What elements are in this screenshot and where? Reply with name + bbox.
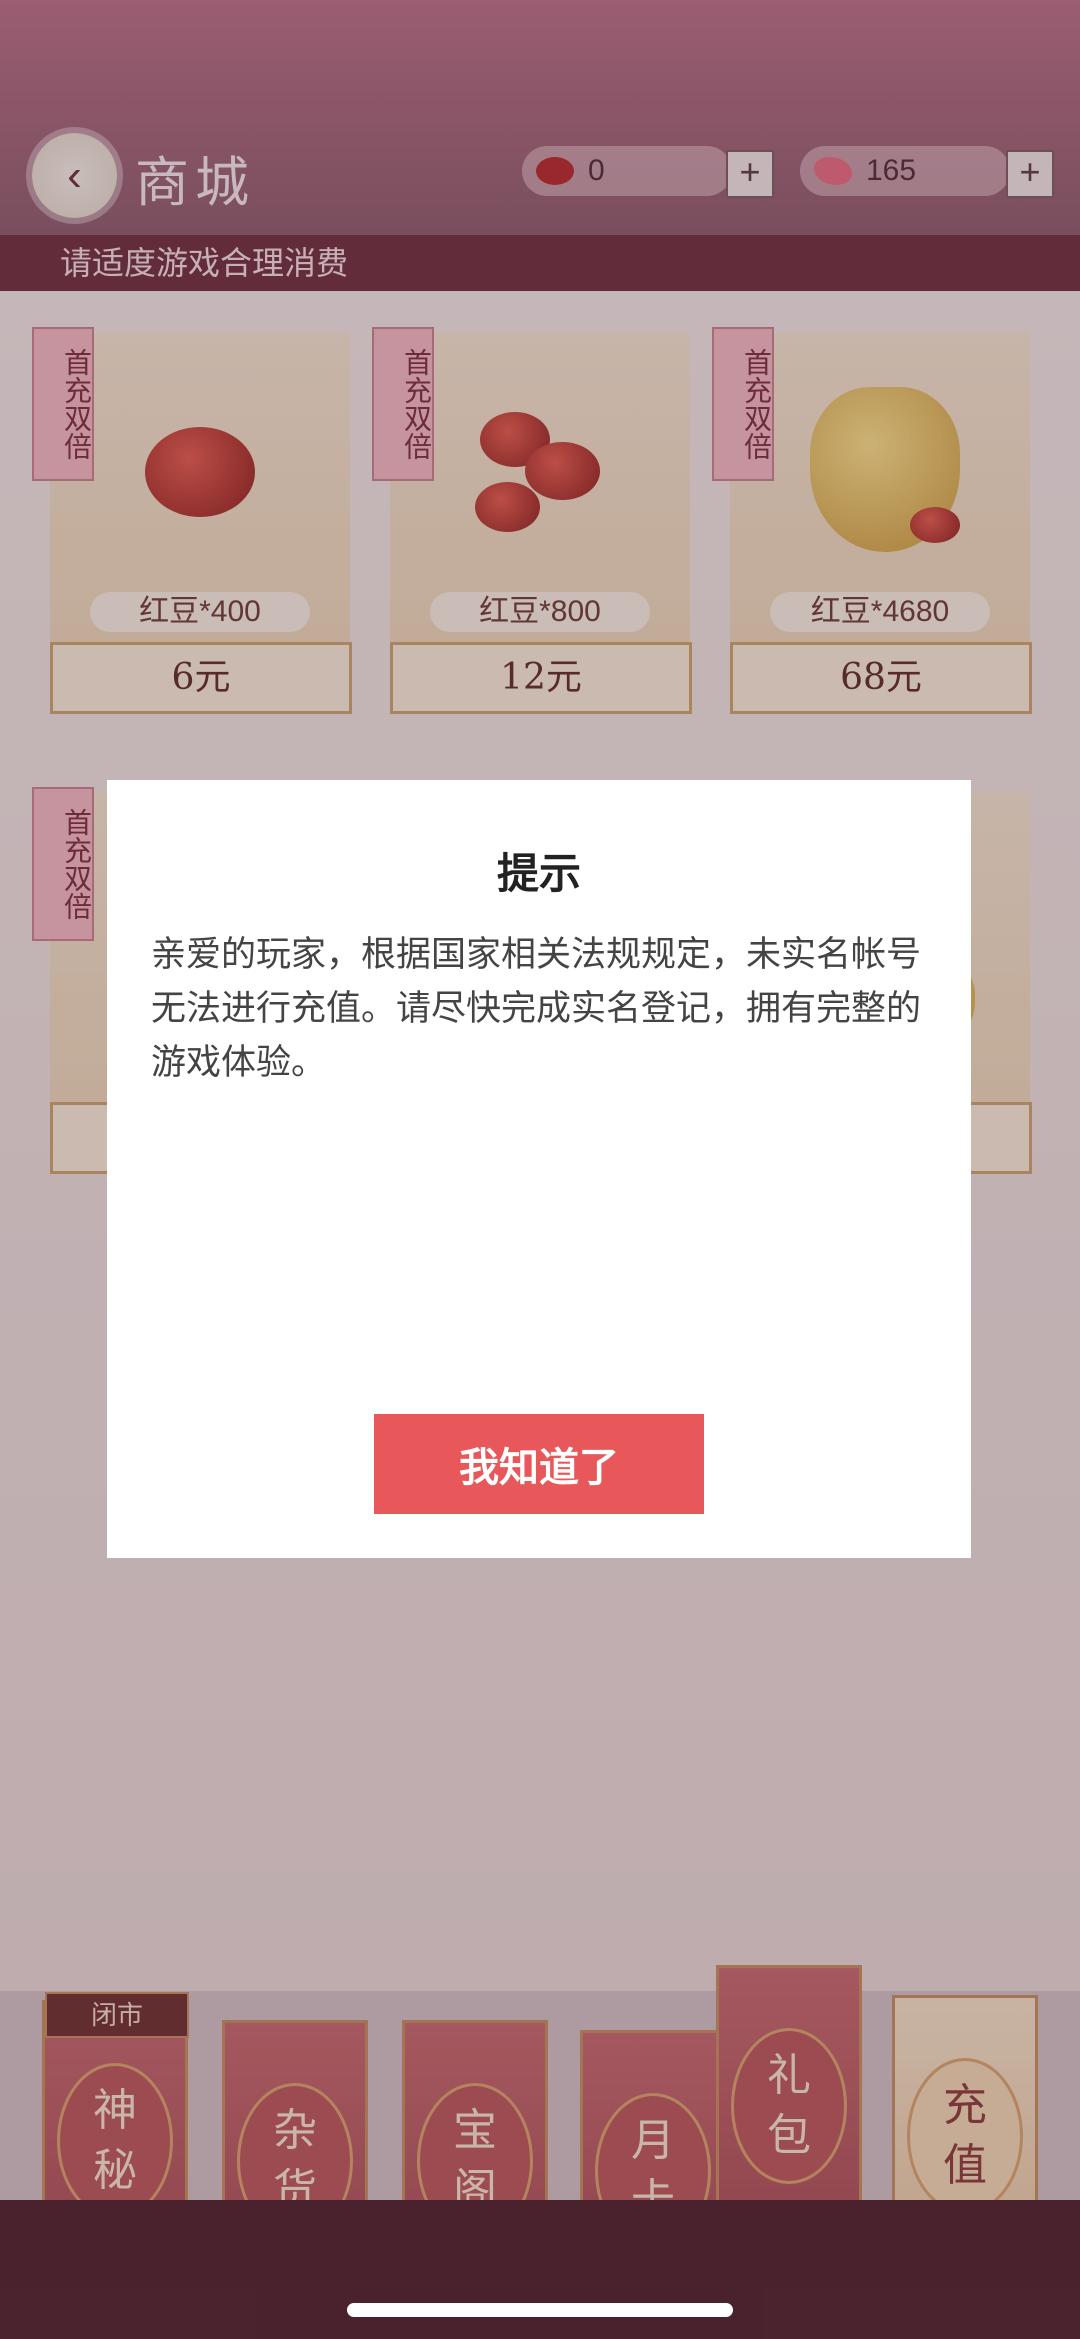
dialog-message: 亲爱的玩家，根据国家相关法规规定，未实名帐号无法进行充值。请尽快完成实名登记，拥…: [151, 935, 922, 1082]
dialog-title: 提示: [496, 850, 581, 897]
acknowledge-button[interactable]: 我知道了: [374, 1414, 704, 1514]
alert-dialog: 提示 亲爱的玩家，根据国家相关法规规定，未实名帐号无法进行充值。请尽快完成实名登…: [107, 780, 971, 1558]
home-indicator[interactable]: [347, 2303, 733, 2317]
